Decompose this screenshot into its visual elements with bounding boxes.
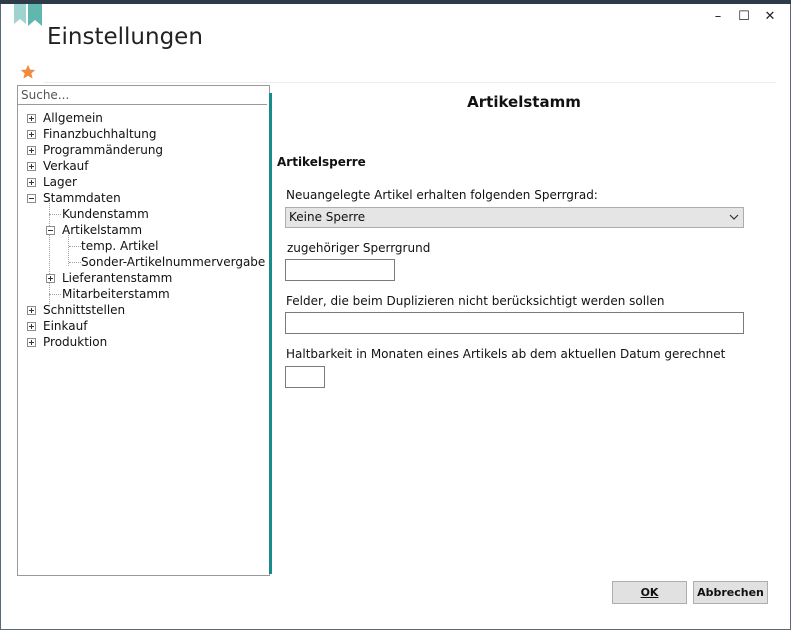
tree-item-label: Allgemein: [43, 111, 103, 125]
tree-item-label: Einkauf: [43, 319, 88, 333]
settings-tree: Allgemein Finanzbuchhaltung Programmände…: [18, 110, 267, 350]
tree-item-label: Lieferantenstamm: [62, 271, 173, 285]
cancel-button-label: Abbrechen: [697, 586, 764, 599]
section-title: Artikelsperre: [277, 155, 366, 169]
tree-item-label: Artikelstamm: [62, 223, 143, 237]
tree-item-label: temp. Artikel: [81, 239, 159, 253]
tree-item-finanzbuchhaltung[interactable]: Finanzbuchhaltung: [18, 126, 267, 142]
sperrgrad-label: Neuangelegte Artikel erhalten folgenden …: [286, 188, 598, 202]
page-title: Artikelstamm: [467, 93, 581, 111]
tree-item-verkauf[interactable]: Verkauf: [18, 158, 267, 174]
expand-icon[interactable]: [27, 306, 36, 315]
close-button[interactable]: ✕: [757, 6, 783, 26]
tree-item-label: Stammdaten: [43, 191, 121, 205]
favorite-star-icon[interactable]: [20, 64, 36, 80]
tree-item-lager[interactable]: Lager: [18, 174, 267, 190]
tree-item-stammdaten[interactable]: Stammdaten: [18, 190, 267, 206]
tree-item-kundenstamm[interactable]: Kundenstamm: [18, 206, 267, 222]
tree-item-label: Schnittstellen: [43, 303, 126, 317]
window-controls: – ☐ ✕: [705, 6, 783, 26]
tree-item-label: Programmänderung: [43, 143, 164, 157]
tree-item-label: Verkauf: [43, 159, 89, 173]
tree-item-label: Lager: [43, 175, 77, 189]
sperrgrund-input[interactable]: [285, 259, 395, 281]
collapse-icon[interactable]: [27, 194, 36, 203]
window-top-border: [0, 0, 791, 4]
expand-icon[interactable]: [27, 130, 36, 139]
tree-item-label: Kundenstamm: [62, 207, 149, 221]
sperrgrad-value: Keine Sperre: [289, 210, 366, 224]
expand-icon[interactable]: [27, 114, 36, 123]
expand-icon[interactable]: [27, 322, 36, 331]
tree-item-label: Finanzbuchhaltung: [43, 127, 157, 141]
collapse-icon[interactable]: [46, 226, 55, 235]
tree-item-artikelstamm[interactable]: Artikelstamm: [18, 222, 267, 238]
tree-item-schnittstellen[interactable]: Schnittstellen: [18, 302, 267, 318]
duplizieren-label: Felder, die beim Duplizieren nicht berüc…: [286, 294, 665, 308]
expand-icon[interactable]: [27, 338, 36, 347]
haltbarkeit-label: Haltbarkeit in Monaten eines Artikels ab…: [286, 347, 726, 361]
header-separator: [44, 82, 776, 83]
cancel-button[interactable]: Abbrechen: [693, 581, 768, 604]
ok-button-label: OK: [640, 586, 659, 599]
bookmark-ribbon-icon: [14, 4, 42, 26]
duplizieren-input[interactable]: [285, 312, 744, 334]
tree-item-lieferantenstamm[interactable]: Lieferantenstamm: [18, 270, 267, 286]
expand-icon[interactable]: [27, 178, 36, 187]
minimize-button[interactable]: –: [705, 6, 731, 26]
expand-icon[interactable]: [27, 146, 36, 155]
tree-item-allgemein[interactable]: Allgemein: [18, 110, 267, 126]
chevron-down-icon: [729, 214, 739, 220]
expand-icon[interactable]: [46, 274, 55, 283]
tree-item-programmaenderung[interactable]: Programmänderung: [18, 142, 267, 158]
tree-item-label: Mitarbeiterstamm: [62, 287, 170, 301]
tree-item-label: Sonder-Artikelnummervergabe: [81, 255, 266, 269]
ok-button[interactable]: OK: [612, 581, 687, 604]
tree-item-temp-artikel[interactable]: temp. Artikel: [18, 238, 267, 254]
sperrgrad-select[interactable]: Keine Sperre: [285, 207, 744, 228]
settings-tree-panel: Allgemein Finanzbuchhaltung Programmände…: [17, 85, 270, 576]
tree-item-mitarbeiterstamm[interactable]: Mitarbeiterstamm: [18, 286, 267, 302]
tree-item-produktion[interactable]: Produktion: [18, 334, 267, 350]
tree-item-einkauf[interactable]: Einkauf: [18, 318, 267, 334]
window-left-border: [0, 4, 1, 630]
tree-item-label: Produktion: [43, 335, 108, 349]
tree-item-sonder-artikelnummervergabe[interactable]: Sonder-Artikelnummervergabe: [18, 254, 267, 270]
window-title: Einstellungen: [47, 24, 203, 50]
expand-icon[interactable]: [27, 162, 36, 171]
sperrgrund-label: zugehöriger Sperrgrund: [287, 241, 431, 255]
haltbarkeit-input[interactable]: [285, 366, 325, 388]
maximize-button[interactable]: ☐: [731, 6, 757, 26]
panel-accent-bar: [269, 93, 272, 574]
search-input[interactable]: [18, 86, 267, 105]
